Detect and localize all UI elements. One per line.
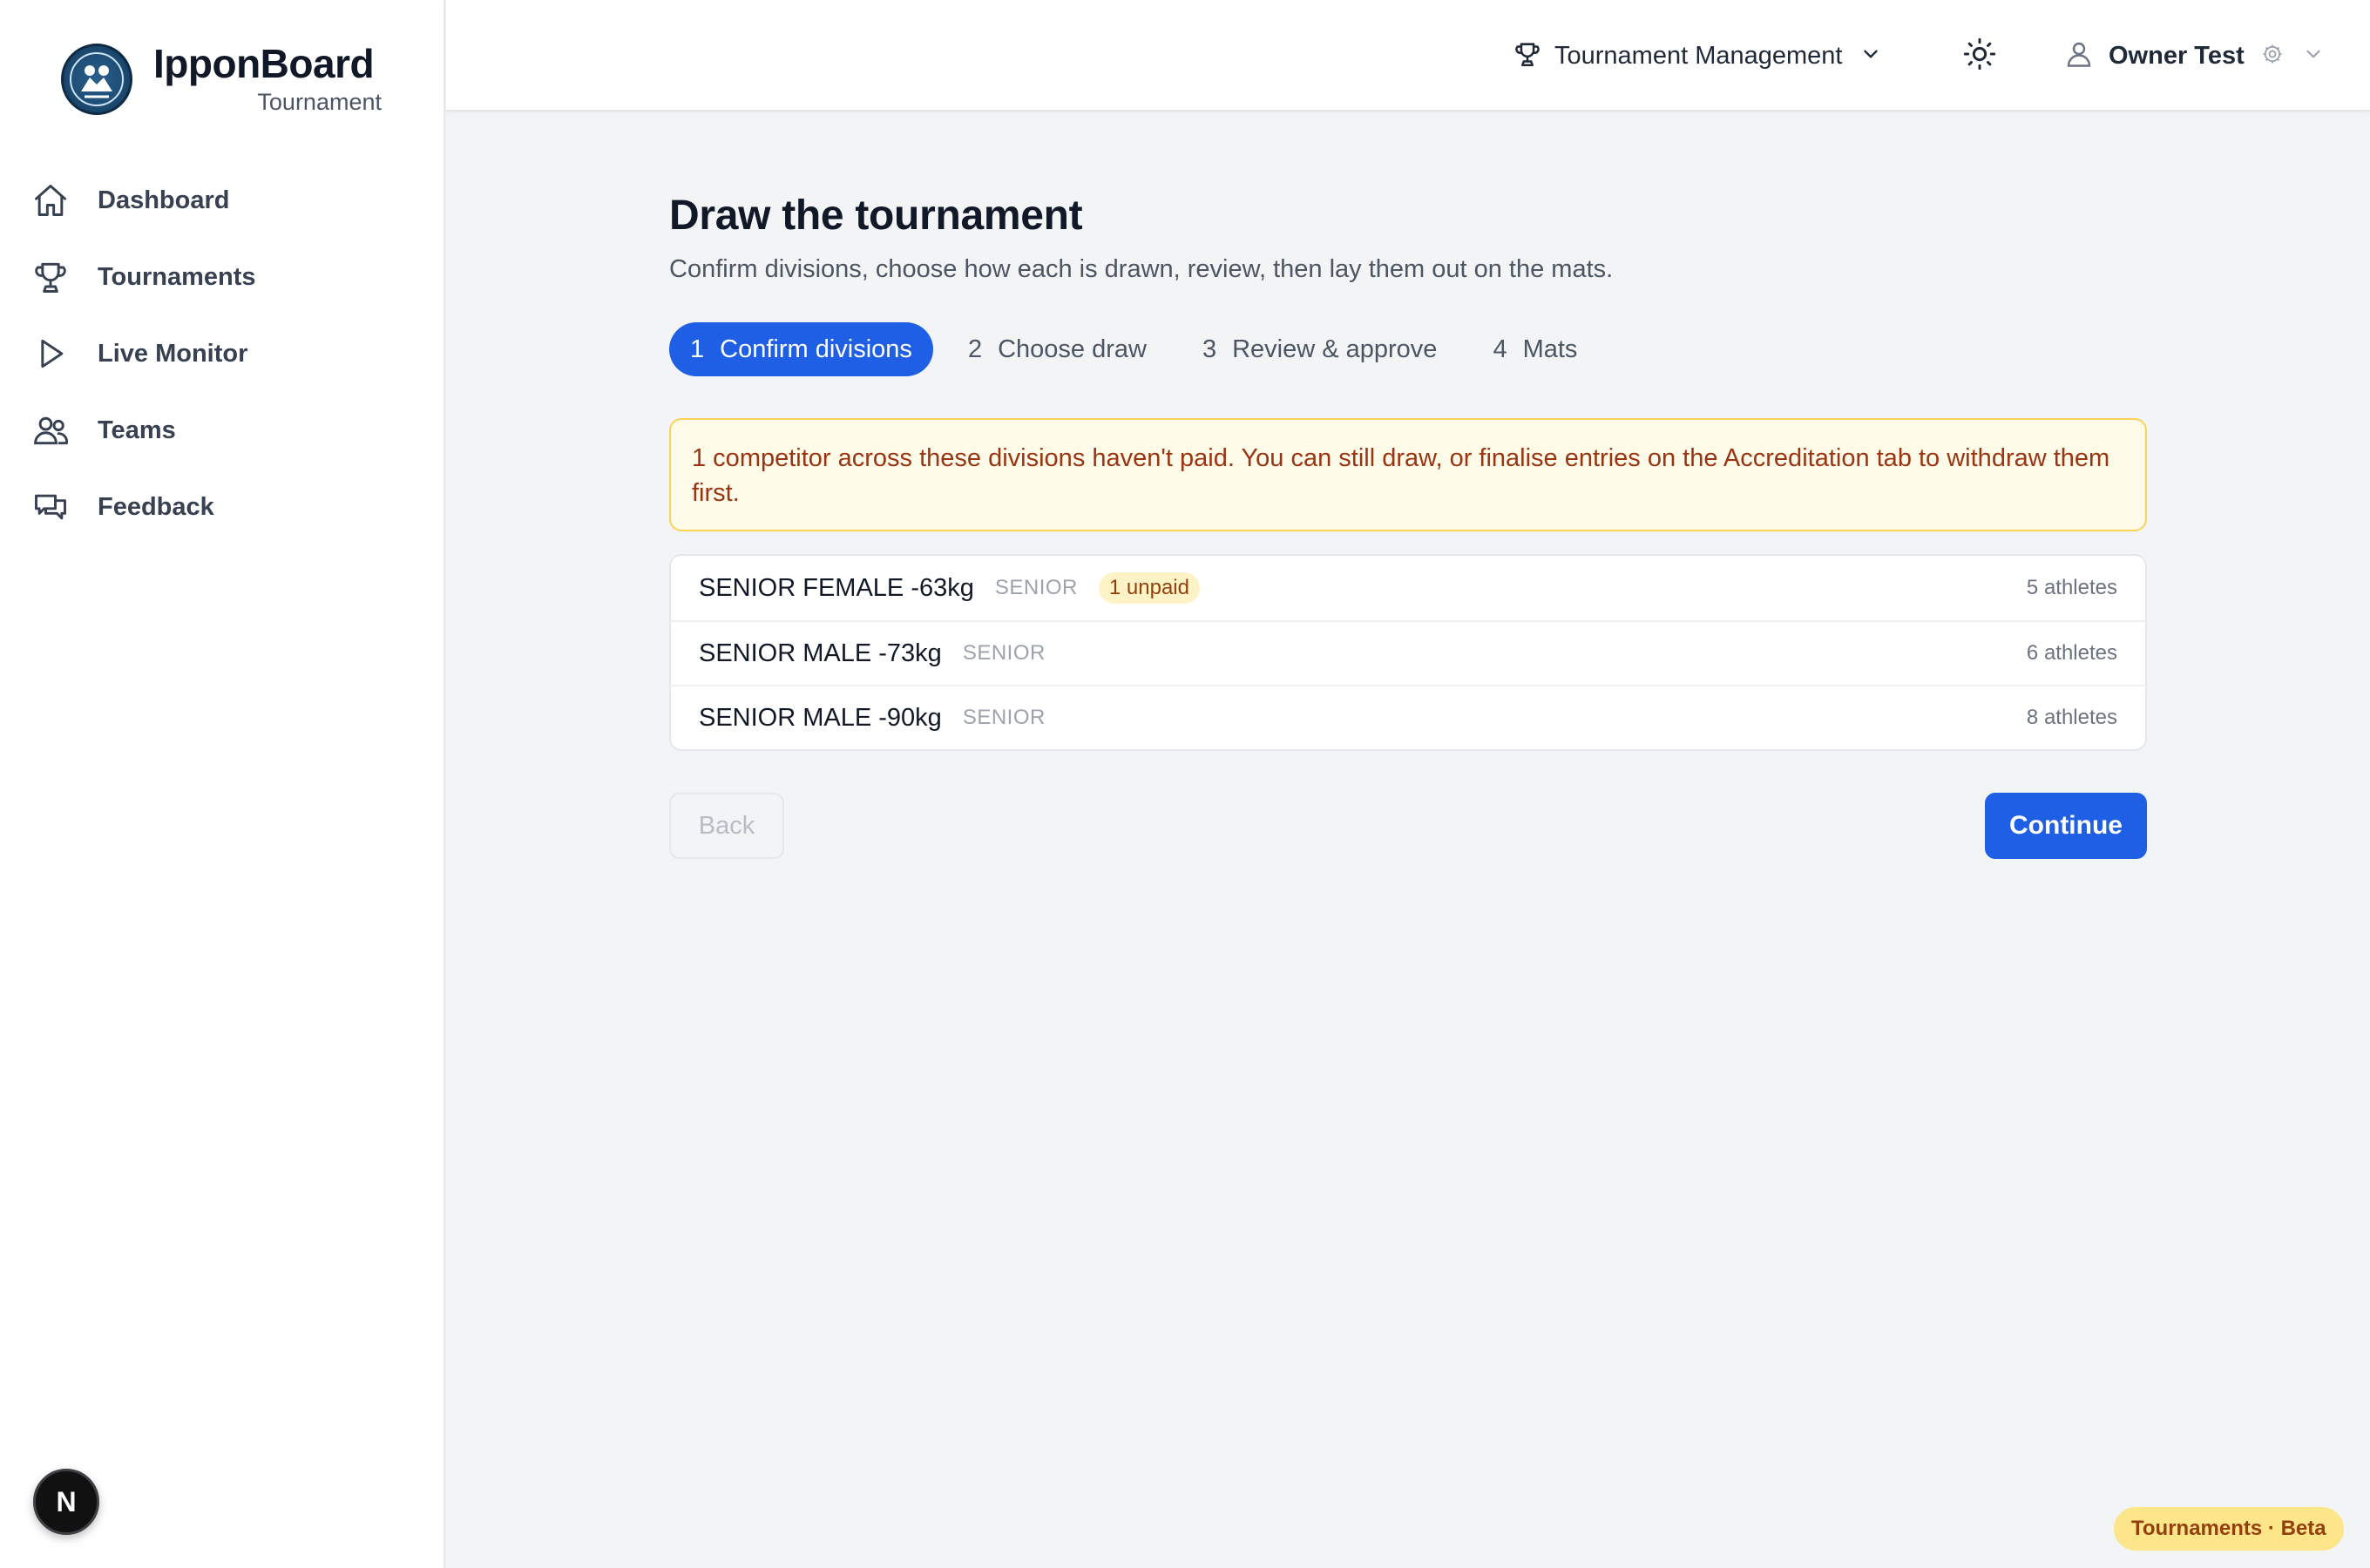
- athlete-count: 8 athletes: [2026, 706, 2117, 729]
- sidebar-item-teams[interactable]: Teams: [26, 392, 418, 469]
- main-content: Draw the tournament Confirm divisions, c…: [669, 192, 2147, 859]
- theme-toggle-button[interactable]: [1959, 35, 2001, 77]
- athlete-count: 6 athletes: [2026, 641, 2117, 665]
- step-number: 2: [967, 335, 983, 363]
- dev-indicator-button[interactable]: N: [33, 1469, 99, 1535]
- division-row[interactable]: SENIOR MALE -90kg SENIOR 8 athletes: [671, 685, 2145, 749]
- division-name: SENIOR MALE -73kg: [699, 639, 942, 667]
- sidebar: IpponBoard Tournament Dashboard Tourname…: [0, 0, 445, 1568]
- division-category: SENIOR: [962, 641, 1046, 665]
- continue-button[interactable]: Continue: [1985, 793, 2147, 859]
- step-label: Review & approve: [1232, 335, 1438, 363]
- brand[interactable]: IpponBoard Tournament: [59, 40, 382, 127]
- step-number: 3: [1202, 335, 1217, 363]
- tournament-management-menu[interactable]: Tournament Management: [1513, 33, 1882, 78]
- sidebar-item-label: Feedback: [98, 492, 214, 521]
- step-mats[interactable]: 4 Mats: [1472, 322, 1598, 376]
- sidebar-item-feedback[interactable]: Feedback: [26, 469, 418, 545]
- step-label: Mats: [1522, 335, 1578, 363]
- user-icon: [2063, 38, 2095, 74]
- user-name: Owner Test: [2109, 41, 2245, 70]
- division-name: SENIOR MALE -90kg: [699, 703, 942, 732]
- division-category: SENIOR: [962, 706, 1046, 729]
- trophy-icon: [1513, 39, 1542, 73]
- unpaid-warning-alert: 1 competitor across these divisions have…: [669, 418, 2147, 531]
- sidebar-item-live-monitor[interactable]: Live Monitor: [26, 315, 418, 392]
- sidebar-item-label: Live Monitor: [98, 339, 248, 368]
- sidebar-nav: Dashboard Tournaments Live Monitor Teams…: [26, 162, 418, 545]
- brand-title: IpponBoard: [153, 41, 375, 86]
- home-icon: [30, 179, 71, 221]
- step-label: Choose draw: [998, 335, 1147, 363]
- unpaid-badge: 1 unpaid: [1098, 572, 1200, 604]
- brand-subtitle: Tournament: [257, 89, 382, 115]
- page-title: Draw the tournament: [669, 193, 1083, 239]
- sun-icon: [1962, 37, 1997, 76]
- chevron-down-icon: [1859, 43, 1882, 70]
- step-confirm-divisions[interactable]: 1 Confirm divisions: [669, 322, 933, 376]
- topbar: Tournament Management Owner Test: [446, 0, 2370, 112]
- back-button[interactable]: Back: [669, 793, 784, 859]
- play-icon: [30, 333, 71, 375]
- beta-badge: Tournaments · Beta: [2114, 1507, 2344, 1551]
- sidebar-item-label: Teams: [98, 416, 176, 444]
- menu-label: Tournament Management: [1554, 41, 1843, 70]
- step-number: 1: [690, 335, 705, 363]
- draw-steps: 1 Confirm divisions 2 Choose draw 3 Revi…: [669, 322, 2147, 376]
- division-row[interactable]: SENIOR FEMALE -63kg SENIOR 1 unpaid 5 at…: [671, 556, 2145, 620]
- sidebar-item-tournaments[interactable]: Tournaments: [26, 239, 418, 315]
- division-list: SENIOR FEMALE -63kg SENIOR 1 unpaid 5 at…: [669, 554, 2147, 751]
- chevron-down-icon: [2302, 43, 2325, 70]
- user-menu[interactable]: Owner Test: [2063, 33, 2325, 78]
- sidebar-item-dashboard[interactable]: Dashboard: [26, 162, 418, 239]
- ipponboard-logo: [61, 44, 132, 115]
- athlete-count: 5 athletes: [2026, 576, 2117, 599]
- division-row[interactable]: SENIOR MALE -73kg SENIOR 6 athletes: [671, 620, 2145, 685]
- step-label: Confirm divisions: [720, 335, 912, 363]
- trophy-icon: [30, 256, 71, 298]
- step-choose-draw[interactable]: 2 Choose draw: [947, 322, 1168, 376]
- gear-icon: [2260, 42, 2285, 71]
- sidebar-item-label: Tournaments: [98, 262, 256, 291]
- step-review-approve[interactable]: 3 Review & approve: [1182, 322, 1458, 376]
- chat-icon: [30, 486, 71, 528]
- users-icon: [30, 409, 71, 451]
- wizard-actions: Back Continue: [669, 793, 2147, 859]
- division-name: SENIOR FEMALE -63kg: [699, 573, 974, 602]
- sidebar-item-label: Dashboard: [98, 186, 230, 214]
- step-number: 4: [1493, 335, 1507, 363]
- page-subtitle: Confirm divisions, choose how each is dr…: [669, 255, 1614, 283]
- division-category: SENIOR: [994, 576, 1078, 599]
